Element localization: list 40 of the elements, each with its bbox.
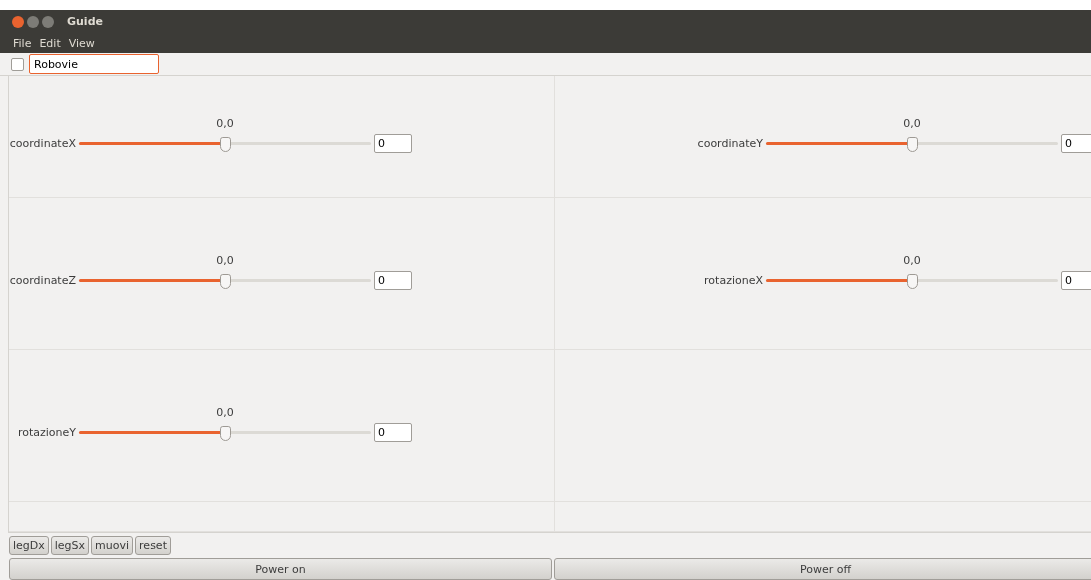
value-field[interactable]: 0 [1061,271,1091,290]
slider-thumb[interactable] [907,273,918,289]
value-field[interactable]: 0 [1061,134,1091,153]
slider-thumb[interactable] [220,273,231,289]
maximize-icon[interactable] [42,15,54,28]
action-button[interactable]: reset [135,536,171,555]
slider[interactable] [79,273,371,289]
slider-value: 0,0 [903,116,921,130]
power-button[interactable]: Power on [9,558,552,580]
name-field[interactable]: Robovie [29,54,159,74]
power-button[interactable]: Power off [554,558,1091,580]
menu-item[interactable]: File [13,36,32,50]
slider-label: coordinateZ [9,274,76,287]
slider[interactable] [766,273,1058,289]
slider-thumb[interactable] [907,136,918,152]
slider-value: 0,0 [216,405,234,419]
menu-item[interactable]: Edit [39,36,61,50]
slider-label: coordinateX [9,137,76,150]
menu-item[interactable]: View [68,36,95,50]
slider[interactable] [766,136,1058,152]
slider-label: rotazioneX [703,274,763,287]
close-icon[interactable] [12,15,24,28]
slider-label: rotazioneY [16,426,76,439]
value-field[interactable]: 0 [374,134,412,153]
value-field[interactable]: 0 [374,271,412,290]
action-button[interactable]: legDx [9,536,49,555]
slider[interactable] [79,136,371,152]
value-field[interactable]: 0 [374,423,412,442]
slider-value: 0,0 [216,253,234,267]
slider[interactable] [79,425,371,441]
slider-value: 0,0 [903,253,921,267]
slider-value: 0,0 [216,116,234,130]
slider-thumb[interactable] [220,425,231,441]
slider-thumb[interactable] [220,136,231,152]
checkbox[interactable] [11,57,24,71]
minimize-icon[interactable] [27,15,39,28]
window-title: Guide [67,15,103,28]
slider-label: coordinateY [696,137,763,150]
action-button[interactable]: legSx [50,536,90,555]
action-button[interactable]: muovi [91,536,134,555]
